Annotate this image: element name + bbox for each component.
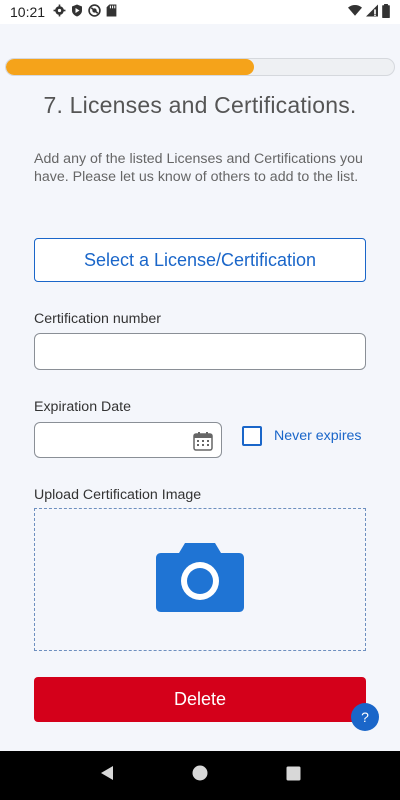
- select-license-button[interactable]: Select a License/Certification: [34, 238, 366, 282]
- page-description: Add any of the listed Licenses and Certi…: [34, 151, 363, 185]
- calendar-icon[interactable]: [193, 431, 213, 451]
- battery-icon: [382, 3, 390, 21]
- never-expires-toggle[interactable]: Never expires: [242, 426, 362, 446]
- expiration-date-label: Expiration Date: [34, 399, 131, 415]
- upload-image-area[interactable]: [34, 508, 366, 651]
- back-icon[interactable]: [99, 765, 115, 786]
- status-bar: 10:21: [0, 0, 400, 24]
- help-button[interactable]: ?: [351, 703, 379, 731]
- progress-bar: [5, 58, 395, 76]
- signal-icon: [366, 4, 378, 20]
- expiration-date-input[interactable]: [34, 422, 222, 458]
- camera-icon[interactable]: [155, 541, 245, 618]
- delete-button[interactable]: Delete: [34, 677, 366, 722]
- wifi-icon: [348, 4, 362, 20]
- certification-number-input[interactable]: [34, 333, 366, 370]
- no-sync-icon: [88, 4, 101, 20]
- sd-card-icon: [106, 4, 117, 20]
- navigation-bar: [0, 751, 400, 800]
- progress-fill: [6, 59, 255, 75]
- gear-icon: [53, 4, 66, 20]
- page-title: 7. Licenses and Certifications.: [43, 92, 357, 118]
- home-icon[interactable]: [192, 765, 208, 786]
- never-expires-checkbox[interactable]: [242, 426, 262, 446]
- certification-number-label: Certification number: [34, 311, 161, 327]
- status-time: 10:21: [10, 4, 46, 20]
- play-protect-icon: [71, 4, 83, 20]
- never-expires-label[interactable]: Never expires: [274, 428, 362, 444]
- recents-icon[interactable]: [286, 766, 301, 786]
- upload-label: Upload Certification Image: [34, 487, 202, 503]
